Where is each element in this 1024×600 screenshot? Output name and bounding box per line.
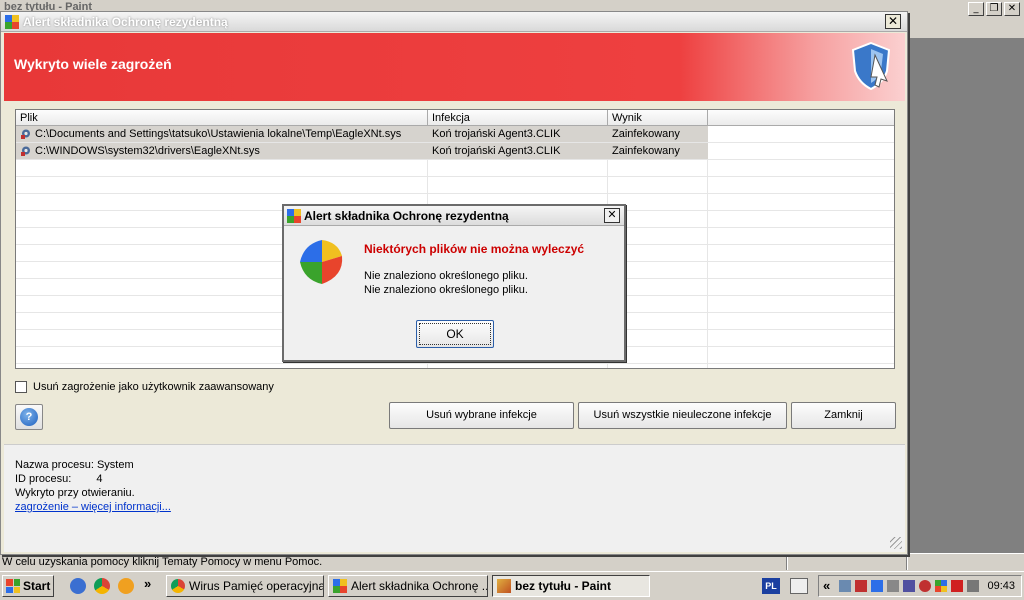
avg-window-titlebar[interactable]: Alert składnika Ochronę rezydentną ✕ [1,12,907,32]
error-dialog: Alert składnika Ochronę rezydentną ✕ Nie… [282,204,626,362]
start-button[interactable]: Start [2,575,54,597]
infection-cell: Koń trojański Agent3.CLIK [428,143,608,159]
taskbar-button-label: bez tytułu - Paint [515,579,611,593]
taskbar-button-label: Alert składnika Ochronę ... [351,579,488,593]
status-separator [906,556,908,570]
table-header: Plik Infekcja Wynik [16,110,894,126]
paint-icon [497,579,511,593]
minimize-button[interactable]: _ [968,2,984,16]
quicklaunch-media-icon[interactable] [118,578,134,594]
taskbar: Start » Wirus Pamięć operacyjna... Alert… [0,571,1024,600]
avg-tray-icon[interactable] [935,580,947,592]
process-info-panel: Nazwa procesu: System ID procesu: 4 Wykr… [4,444,905,552]
paint-window-controls: _ ❐ ✕ [968,2,1020,16]
taskbar-button-paint[interactable]: bez tytułu - Paint [492,575,650,597]
dialog-message: Nie znaleziono określonego pliku. [364,284,528,296]
infection-cell: Koń trojański Agent3.CLIK [428,126,608,142]
quicklaunch-ie-icon[interactable] [70,578,86,594]
file-cell: C:\Documents and Settings\tatsuko\Ustawi… [16,126,428,142]
avg-logo-icon [333,579,347,593]
close-button[interactable]: ✕ [1004,2,1020,16]
paint-status-bar: W celu uzyskania pomocy kliknij Tematy P… [0,553,1024,571]
taskbar-button-avg[interactable]: Alert składnika Ochronę ... [328,575,488,597]
tray-chevron[interactable]: « [823,578,830,593]
help-button[interactable]: ? [15,404,43,430]
ok-button[interactable]: OK [416,320,494,348]
advanced-user-label: Usuń zagrożenie jako użytkownik zaawanso… [33,381,274,393]
taskbar-button-label: Wirus Pamięć operacyjna... [189,579,324,593]
process-id-label: ID procesu: [15,473,72,485]
avg-window-title: Alert składnika Ochronę rezydentną [23,15,228,29]
usb-icon[interactable] [967,580,979,592]
table-row[interactable]: C:\WINDOWS\system32\drivers\EagleXNt.sys… [16,143,894,160]
windows-flag-icon [6,579,20,593]
remove-selected-button[interactable]: Usuń wybrane infekcje [389,402,574,429]
dialog-title: Alert składnika Ochronę rezydentną [304,209,509,223]
process-name-label: Nazwa procesu: [15,459,94,471]
volume-icon[interactable] [887,580,899,592]
language-indicator[interactable]: PL [762,578,780,594]
file-path: C:\Documents and Settings\tatsuko\Ustawi… [35,128,402,140]
tray-app-icon[interactable] [903,580,915,592]
dialog-message: Nie znaleziono określonego pliku. [364,270,528,282]
dialog-titlebar[interactable]: Alert składnika Ochronę rezydentną ✕ [284,206,624,226]
paint-canvas-area[interactable] [908,38,1024,548]
window-close-icon[interactable]: ✕ [885,14,901,29]
process-name-line: Nazwa procesu: System [15,459,134,471]
tray-app-icon[interactable] [871,580,883,592]
maximize-button[interactable]: ❐ [986,2,1002,16]
dialog-close-icon[interactable]: ✕ [604,208,620,223]
process-name-value: System [96,459,134,471]
status-separator [786,556,788,570]
process-id-value: 4 [96,473,103,485]
more-info-link[interactable]: zagrożenie – więcej informacji... [15,501,171,513]
gear-file-icon [21,146,30,156]
table-row[interactable]: C:\Documents and Settings\tatsuko\Ustawi… [16,126,894,143]
column-header-infection[interactable]: Infekcja [428,110,608,126]
shield-icon [851,41,891,91]
help-icon: ? [20,408,38,426]
alert-heading: Wykryto wiele zagrożeń [14,56,172,72]
avg-logo-icon [287,209,301,223]
file-cell: C:\WINDOWS\system32\drivers\EagleXNt.sys [16,143,428,159]
keyboard-icon[interactable] [790,578,808,594]
gear-file-icon [21,129,30,139]
result-cell: Zainfekowany [608,143,708,159]
empty-row [16,177,894,194]
detection-note: Wykryto przy otwieraniu. [15,487,135,499]
resize-grip-icon[interactable] [890,537,902,549]
start-label: Start [23,579,51,593]
system-tray: « 09:43 [818,575,1022,597]
security-icon[interactable] [919,580,931,592]
quicklaunch-chrome-icon[interactable] [94,578,110,594]
column-header-file[interactable]: Plik [16,110,428,126]
empty-row [16,160,894,177]
column-header-result[interactable]: Wynik [608,110,708,126]
taskbar-button-chrome[interactable]: Wirus Pamięć operacyjna... [166,575,324,597]
quicklaunch-chevron[interactable]: » [144,576,151,591]
advanced-user-option[interactable]: Usuń zagrożenie jako użytkownik zaawanso… [15,381,274,393]
file-path: C:\WINDOWS\system32\drivers\EagleXNt.sys [35,145,260,157]
remove-all-button[interactable]: Usuń wszystkie nieuleczone infekcje [578,402,787,429]
network-icon[interactable] [839,580,851,592]
avg-logo-icon [300,240,343,284]
dialog-heading: Niektórych plików nie można wyleczyć [364,242,585,256]
close-button[interactable]: Zamknij [791,402,896,429]
chrome-icon [171,579,185,593]
advanced-user-checkbox[interactable] [15,381,27,393]
paint-status-text: W celu uzyskania pomocy kliknij Tematy P… [2,556,323,568]
result-cell: Zainfekowany [608,126,708,142]
avg-logo-icon [5,15,19,29]
paint-menu-area [908,20,1024,38]
alert-banner: Wykryto wiele zagrożeń [4,33,905,101]
tray-app-icon[interactable] [855,580,867,592]
process-id-line: ID procesu: 4 [15,473,102,485]
tray-app-icon[interactable] [951,580,963,592]
clock[interactable]: 09:43 [987,580,1015,592]
